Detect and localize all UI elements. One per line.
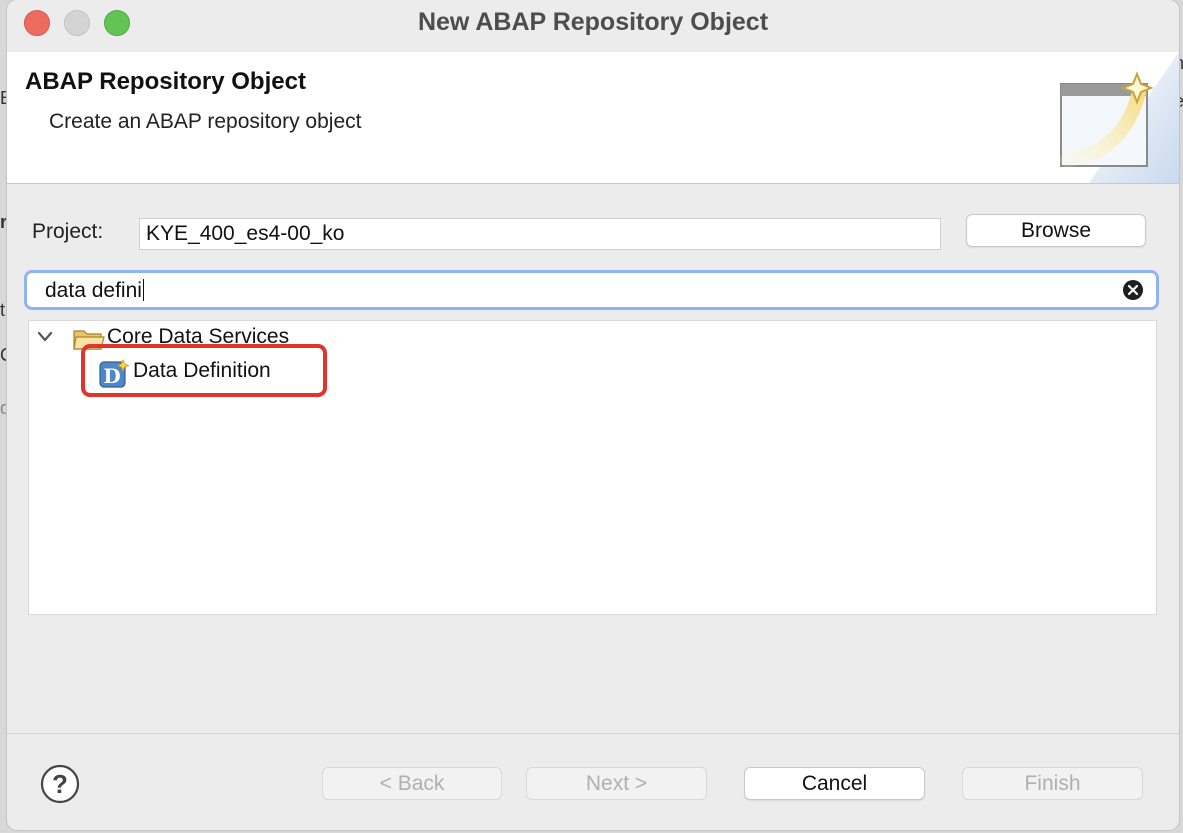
footer-divider (7, 733, 1179, 734)
next-button[interactable]: Next > (526, 767, 707, 800)
back-button[interactable]: < Back (322, 767, 502, 800)
cancel-button[interactable]: Cancel (744, 767, 925, 800)
filter-search-box[interactable]: data defini (24, 270, 1159, 310)
tree-folder-core-data-services[interactable]: Core Data Services (107, 325, 289, 349)
data-definition-icon: D (99, 359, 129, 388)
folder-icon (73, 330, 105, 350)
browse-button[interactable]: Browse (966, 214, 1146, 247)
text-cursor (142, 279, 144, 301)
title-bar: New ABAP Repository Object (7, 0, 1179, 46)
svg-text:D: D (103, 364, 120, 388)
wizard-tree: Core Data Services D Data Definition (28, 320, 1157, 615)
project-field[interactable]: KYE_400_es4-00_ko (139, 218, 941, 250)
wizard-header: ABAP Repository Object Create an ABAP re… (7, 52, 1179, 184)
clear-search-icon[interactable] (1123, 280, 1143, 300)
chevron-down-icon[interactable] (37, 331, 53, 343)
wizard-title: ABAP Repository Object (25, 68, 306, 95)
new-abap-repository-object-dialog: New ABAP Repository Object ABAP Reposito… (7, 0, 1179, 830)
wizard-subtitle: Create an ABAP repository object (49, 110, 362, 133)
finish-button[interactable]: Finish (962, 767, 1143, 800)
svg-text:?: ? (52, 769, 68, 799)
project-label: Project: (32, 220, 104, 243)
bg-fragment: t (0, 300, 6, 320)
window-title: New ABAP Repository Object (417, 8, 769, 36)
wizard-banner-icon (1060, 52, 1179, 183)
filter-search-input[interactable]: data defini (45, 278, 144, 304)
help-icon[interactable]: ? (40, 764, 80, 804)
bg-fragment: r (0, 212, 8, 232)
tree-item-data-definition[interactable]: Data Definition (133, 359, 271, 383)
filter-search-text: data defini (45, 279, 142, 302)
